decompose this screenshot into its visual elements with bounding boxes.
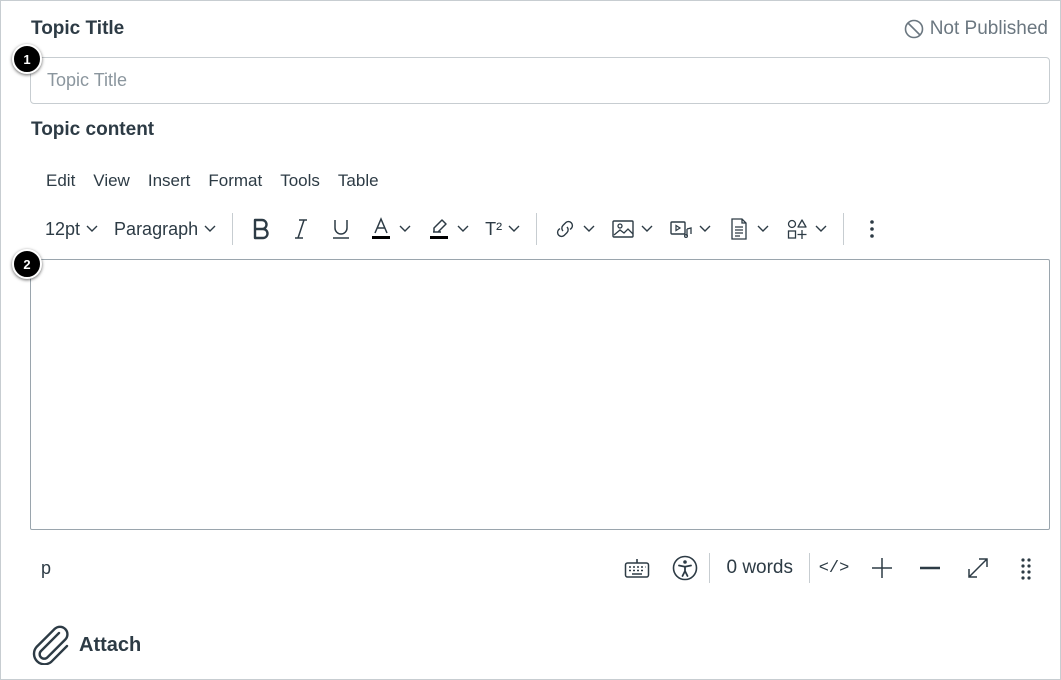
media-icon [670, 221, 692, 239]
discussion-editor-panel: Topic Title Not Published 1 Topic conten… [0, 0, 1061, 680]
menu-table[interactable]: Table [329, 169, 388, 193]
link-icon [557, 220, 574, 238]
apps-icon [787, 219, 807, 239]
font-size-value: 12pt [45, 218, 81, 239]
more-options-button[interactable] [852, 211, 892, 247]
menu-edit[interactable]: Edit [37, 169, 84, 193]
rich-content-editor-area[interactable] [30, 259, 1050, 530]
attach-button[interactable]: Attach [29, 625, 141, 665]
chevron-down-icon [583, 225, 595, 232]
chevron-down-icon [815, 225, 827, 232]
publish-status: Not Published [904, 18, 1048, 40]
chevron-down-icon [508, 225, 520, 232]
word-count: 0 words [726, 557, 793, 578]
editor-statusbar: p 0 words </> [30, 546, 1050, 590]
chevron-down-icon [86, 225, 98, 232]
expand-icon [968, 558, 988, 578]
bold-button[interactable] [241, 211, 281, 247]
editor-menubar: Edit View Insert Format Tools Table [37, 169, 388, 193]
keyboard-shortcuts-button[interactable] [613, 548, 661, 588]
more-options-icon [870, 220, 874, 238]
html-editor-toggle[interactable]: </> [810, 548, 858, 588]
attach-label: Attach [79, 633, 142, 656]
superscript-dropdown[interactable]: T² [477, 211, 528, 247]
toolbar-separator [843, 213, 845, 245]
image-button[interactable] [603, 211, 661, 247]
topic-title-label: Topic Title [31, 18, 125, 39]
toolbar-separator [232, 213, 234, 245]
editor-toolbar: 12pt Paragraph T² [37, 209, 892, 249]
not-published-icon [904, 19, 924, 39]
topic-content-label: Topic content [31, 119, 155, 140]
document-icon [731, 218, 747, 240]
chevron-down-icon [699, 225, 711, 232]
plus-icon [872, 558, 892, 578]
text-color-button[interactable] [361, 211, 419, 247]
chevron-down-icon [641, 225, 653, 232]
element-path[interactable]: p [41, 558, 51, 579]
apps-button[interactable] [777, 211, 835, 247]
keyboard-icon [625, 559, 650, 578]
menu-format[interactable]: Format [199, 169, 271, 193]
chevron-down-icon [399, 225, 411, 232]
drag-handle-icon [1021, 558, 1031, 580]
text-color-icon [372, 217, 391, 239]
superscript-icon: T² [485, 218, 503, 239]
underline-icon [333, 220, 350, 239]
media-button[interactable] [661, 211, 719, 247]
chevron-down-icon [757, 225, 769, 232]
fullscreen-button[interactable] [954, 548, 1002, 588]
menu-tools[interactable]: Tools [271, 169, 329, 193]
accessibility-checker-button[interactable] [661, 548, 709, 588]
image-icon [612, 220, 634, 238]
underline-button[interactable] [321, 211, 361, 247]
callout-badge-1: 1 [12, 44, 42, 74]
italic-icon [295, 219, 308, 239]
italic-button[interactable] [281, 211, 321, 247]
block-format-value: Paragraph [114, 218, 199, 239]
highlight-icon [430, 219, 449, 239]
callout-badge-2: 2 [12, 249, 42, 279]
document-button[interactable] [719, 211, 777, 247]
topic-title-input[interactable] [30, 57, 1050, 104]
statusbar-controls: 0 words </> [613, 546, 1050, 590]
resize-handle[interactable] [1002, 548, 1050, 588]
chevron-down-icon [204, 225, 216, 232]
highlight-color-button[interactable] [419, 211, 477, 247]
minus-icon [920, 566, 940, 570]
zoom-in-button[interactable] [858, 548, 906, 588]
zoom-out-button[interactable] [906, 548, 954, 588]
font-size-dropdown[interactable]: 12pt [37, 211, 106, 247]
block-format-dropdown[interactable]: Paragraph [106, 211, 224, 247]
chevron-down-icon [457, 225, 469, 232]
paperclip-icon [32, 625, 69, 665]
toolbar-separator [536, 213, 538, 245]
link-button[interactable] [545, 211, 603, 247]
bold-icon [253, 218, 269, 240]
accessibility-icon [673, 555, 698, 581]
menu-insert[interactable]: Insert [139, 169, 200, 193]
menu-view[interactable]: View [84, 169, 139, 193]
publish-status-text: Not Published [929, 18, 1048, 39]
